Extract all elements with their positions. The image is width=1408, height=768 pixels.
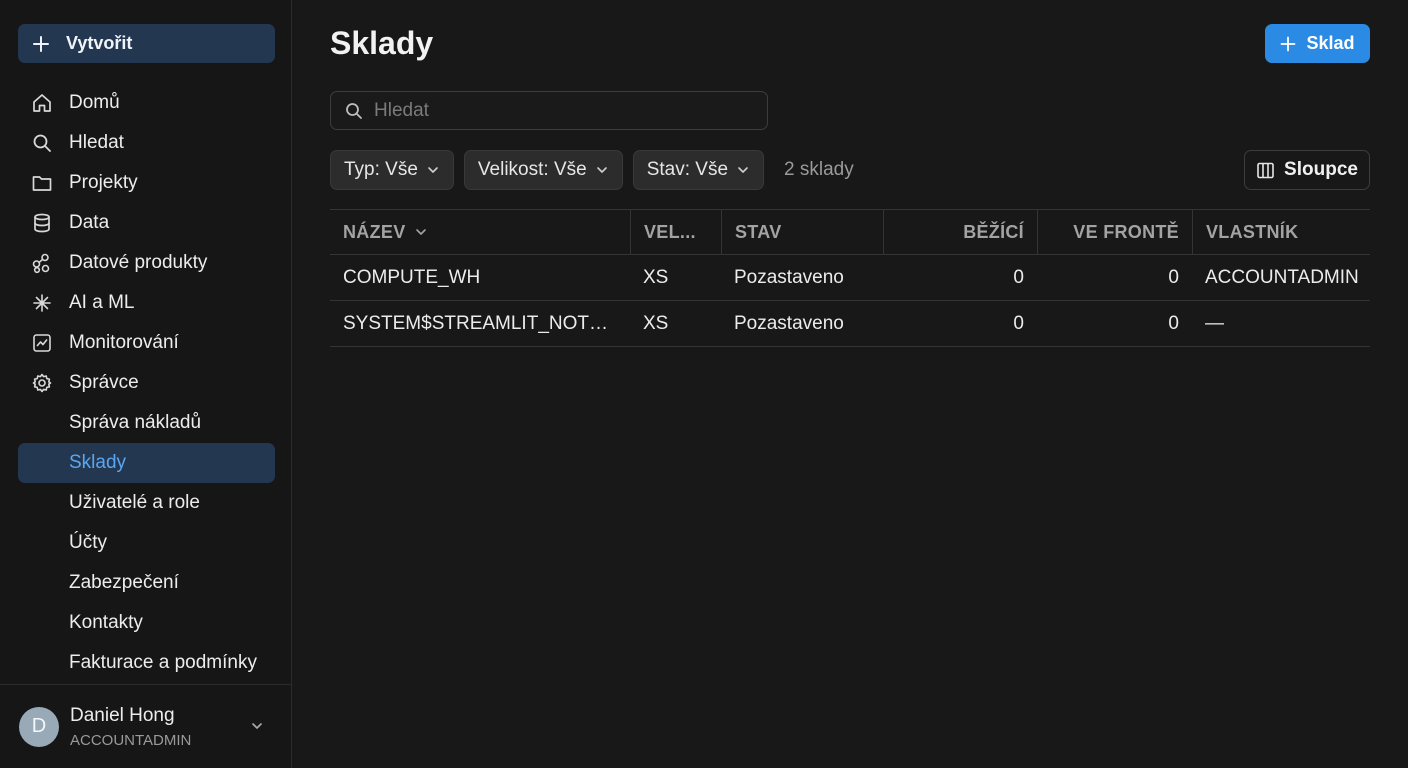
folder-icon: [31, 172, 53, 194]
sidebar-item-warehouses[interactable]: Sklady: [18, 443, 275, 483]
sidebar-item-billing-terms[interactable]: Fakturace a podmínky: [18, 643, 275, 683]
sidebar-item-accounts[interactable]: Účty: [18, 523, 275, 563]
sidebar-item-label: Správa nákladů: [69, 412, 202, 433]
cell-state: Pozastaveno: [734, 312, 844, 334]
add-warehouse-label: Sklad: [1306, 33, 1355, 53]
chevron-down-icon[interactable]: [249, 718, 265, 739]
sidebar-item-label: Data: [69, 212, 110, 233]
sidebar-item-label: Datové produkty: [69, 252, 208, 273]
sidebar-item-search[interactable]: Hledat: [18, 123, 275, 163]
sidebar-item-label: Sklady: [69, 452, 127, 473]
sidebar-item-admin[interactable]: Správce: [18, 363, 275, 403]
ai-sparkle-icon: [31, 292, 53, 314]
column-header-label: NÁZEV: [343, 221, 406, 242]
search-box[interactable]: [330, 91, 768, 130]
sidebar-item-label: Účty: [69, 532, 107, 553]
gear-icon: [31, 372, 53, 394]
column-header-name[interactable]: NÁZEV: [330, 210, 630, 254]
size-filter-dropdown[interactable]: Velikost: Vše: [463, 150, 623, 190]
columns-button[interactable]: Sloupce: [1244, 150, 1370, 190]
sidebar-item-label: Kontakty: [69, 612, 143, 633]
type-filter-dropdown[interactable]: Typ: Vše: [330, 150, 454, 190]
sidebar-item-contacts[interactable]: Kontakty: [18, 603, 275, 643]
sidebar-item-ai-ml[interactable]: AI a ML: [18, 283, 275, 323]
sidebar-item-label: Monitorování: [69, 332, 179, 353]
sidebar-item-label: AI a ML: [69, 292, 135, 313]
cell-running: 0: [1013, 312, 1024, 334]
sidebar-item-projects[interactable]: Projekty: [18, 163, 275, 203]
cell-running: 0: [1013, 266, 1024, 288]
sidebar-item-label: Hledat: [69, 132, 124, 153]
state-filter-dropdown[interactable]: Stav: Vše: [632, 150, 765, 190]
result-count: 2 sklady: [784, 159, 854, 180]
table-header-row: NÁZEV VEL... STAV BĚŽÍCÍ VE FRONTĚ VLAST…: [330, 210, 1370, 255]
chevron-down-icon: [596, 167, 607, 173]
sidebar: Vytvořit Domů Hledat Projekty Data Datov…: [0, 0, 292, 768]
state-filter-label: Stav: Vše: [646, 159, 729, 180]
sidebar-nav: Domů Hledat Projekty Data Datové produkt…: [18, 83, 275, 683]
chevron-down-icon: [738, 167, 748, 173]
sidebar-item-label: Zabezpečení: [69, 572, 179, 593]
warehouse-name: COMPUTE_WH: [343, 266, 481, 288]
home-icon: [31, 92, 53, 114]
user-menu[interactable]: D Daniel Hong ACCOUNTADMIN: [0, 684, 291, 768]
sidebar-item-label: Domů: [69, 92, 120, 113]
cell-name: SYSTEM$STREAMLIT_NOTEB...: [330, 301, 630, 346]
filter-bar: Typ: Vše Velikost: Vše Stav: Vše 2 sklad…: [330, 150, 854, 190]
app-root: Vytvořit Domů Hledat Projekty Data Datov…: [0, 0, 1408, 768]
sidebar-item-data-products[interactable]: Datové produkty: [18, 243, 275, 283]
sort-chevron-down-icon: [415, 229, 426, 235]
sidebar-item-label: Fakturace a podmínky: [69, 652, 257, 673]
table-row[interactable]: SYSTEM$STREAMLIT_NOTEB... XS Pozastaveno…: [330, 301, 1370, 347]
column-header-size[interactable]: VEL...: [630, 210, 721, 254]
user-info: Daniel Hong ACCOUNTADMIN: [70, 705, 191, 749]
sidebar-item-label: Projekty: [69, 172, 138, 193]
sidebar-item-data[interactable]: Data: [18, 203, 275, 243]
data-products-icon: [31, 252, 53, 274]
type-filter-label: Typ: Vše: [344, 159, 418, 180]
create-button[interactable]: Vytvořit: [18, 24, 275, 63]
monitoring-chart-icon: [31, 332, 53, 354]
page-title: Sklady: [330, 25, 434, 61]
sidebar-item-monitoring[interactable]: Monitorování: [18, 323, 275, 363]
column-header-state[interactable]: STAV: [721, 210, 883, 254]
columns-icon: [1257, 162, 1274, 178]
user-name: Daniel Hong: [70, 704, 175, 726]
cell-size: XS: [643, 266, 669, 288]
avatar: D: [19, 706, 59, 747]
column-header-queued[interactable]: VE FRONTĚ: [1037, 210, 1192, 254]
chevron-down-icon: [428, 167, 438, 173]
sidebar-item-security[interactable]: Zabezpečení: [18, 563, 275, 603]
search-input[interactable]: [374, 99, 754, 122]
sidebar-item-label: Uživatelé a role: [69, 492, 200, 513]
database-icon: [31, 212, 53, 234]
warehouses-table: NÁZEV VEL... STAV BĚŽÍCÍ VE FRONTĚ VLAST…: [330, 209, 1370, 347]
cell-owner: ACCOUNTADMIN: [1205, 266, 1359, 288]
cell-size: XS: [643, 312, 669, 334]
columns-button-label: Sloupce: [1284, 159, 1358, 180]
warehouse-name: SYSTEM$STREAMLIT_NOTEB...: [343, 312, 617, 334]
search-icon: [346, 102, 362, 119]
table-row[interactable]: COMPUTE_WH XS Pozastaveno 0 0 ACCOUNTADM…: [330, 255, 1370, 301]
sidebar-item-label: Správce: [69, 372, 139, 393]
search-icon: [31, 132, 53, 154]
plus-icon: [1281, 36, 1296, 51]
main-content: Sklady Sklad Typ: Vše Velikost: Vše: [292, 0, 1408, 768]
create-button-label: Vytvořit: [66, 33, 133, 53]
plus-icon: [33, 35, 49, 52]
sidebar-item-users-roles[interactable]: Uživatelé a role: [18, 483, 275, 523]
cell-state: Pozastaveno: [734, 266, 844, 288]
add-warehouse-button[interactable]: Sklad: [1265, 24, 1370, 63]
cell-queued: 0: [1168, 266, 1179, 288]
cell-queued: 0: [1168, 312, 1179, 334]
column-header-owner[interactable]: VLASTNÍK: [1192, 210, 1370, 254]
size-filter-label: Velikost: Vše: [477, 159, 587, 180]
column-header-running[interactable]: BĚŽÍCÍ: [883, 210, 1037, 254]
cell-name: COMPUTE_WH: [330, 255, 630, 300]
sidebar-item-cost-management[interactable]: Správa nákladů: [18, 403, 275, 443]
sidebar-item-home[interactable]: Domů: [18, 83, 275, 123]
cell-owner: —: [1205, 312, 1224, 334]
user-role: ACCOUNTADMIN: [70, 731, 192, 749]
